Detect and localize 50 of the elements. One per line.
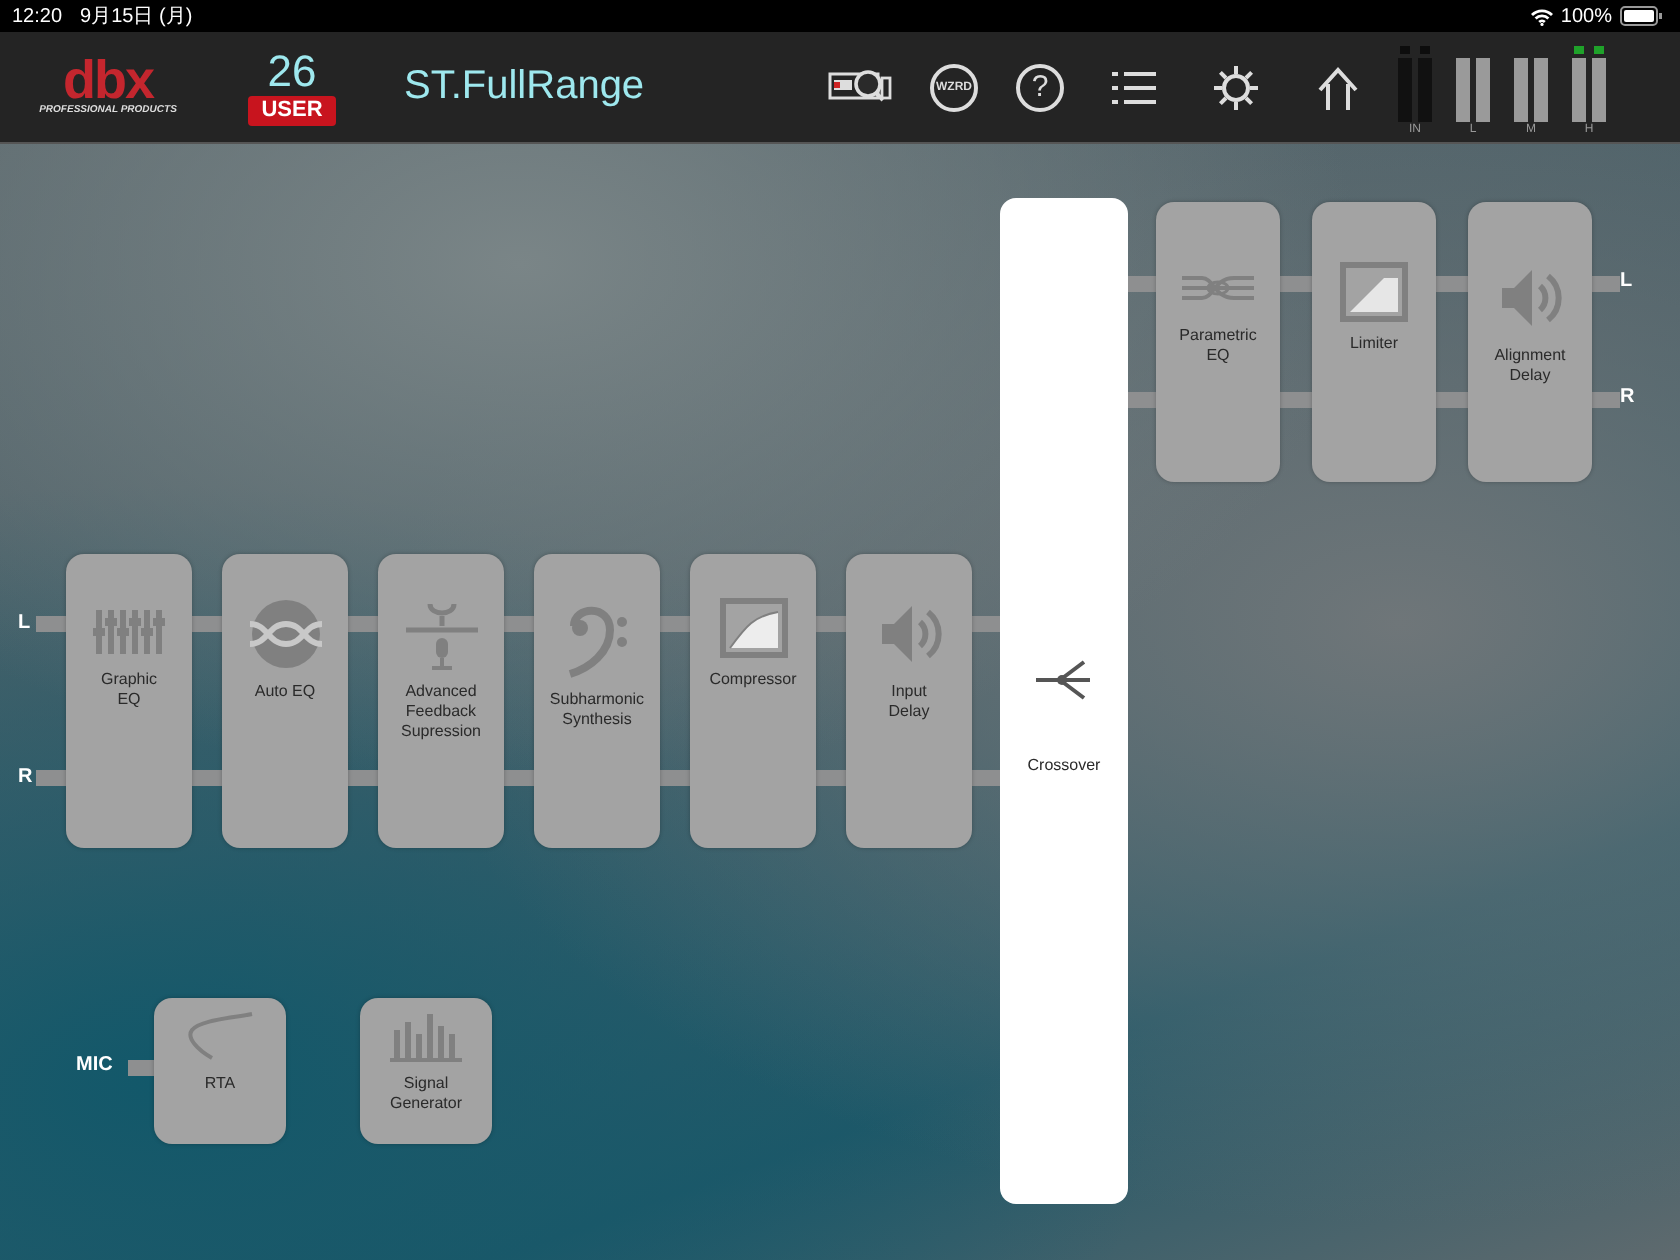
processing-block[interactable]: RTA (154, 998, 286, 1144)
channel-label: L (1620, 270, 1633, 294)
preset-name: ST.FullRange (404, 64, 647, 110)
level-meter (1456, 57, 1470, 121)
signal-wire (128, 1060, 156, 1076)
block-label: Compressor (709, 670, 797, 690)
block-label: RTA (204, 1074, 236, 1094)
level-meter (1534, 57, 1548, 121)
level-meter (1572, 57, 1586, 121)
input-label: MIC (76, 1054, 113, 1078)
status-time: 12:20 (12, 5, 63, 27)
block-label: Auto EQ (254, 682, 316, 702)
level-meter (1476, 57, 1490, 121)
block-label: Signal Generator (389, 1074, 463, 1114)
processing-block[interactable]: Input Delay (846, 554, 972, 848)
processing-block[interactable]: Subharmonic Synthesis (534, 554, 660, 848)
block-label: Parametric EQ (1179, 326, 1257, 366)
processing-block[interactable]: Alignment Delay (1468, 202, 1592, 482)
block-label: Alignment Delay (1494, 346, 1566, 386)
block-label: Graphic EQ (100, 670, 157, 710)
status-date: 9月15日 (月) (80, 4, 193, 30)
block-label: Input Delay (888, 682, 930, 722)
level-meter (1592, 57, 1606, 121)
block-label: Crossover (1027, 756, 1101, 776)
channel-label: R (1620, 386, 1635, 410)
processing-block[interactable]: Graphic EQ (66, 554, 192, 848)
preset-badge: USER (247, 96, 337, 126)
wifi-icon (1530, 7, 1555, 25)
microphone-stand-icon (401, 598, 481, 670)
channel-label: L (18, 612, 31, 636)
help-button[interactable]: ? (1016, 63, 1064, 111)
block-label: Limiter (1349, 334, 1398, 354)
processing-block[interactable]: Limiter (1312, 202, 1436, 482)
processing-block[interactable]: Signal Generator (360, 998, 492, 1144)
processing-block[interactable]: Parametric EQ (1156, 202, 1280, 482)
preset-number: 26 (267, 48, 317, 96)
processing-block[interactable]: Advanced Feedback Supression (378, 554, 504, 848)
crossover-block[interactable]: Crossover (1000, 198, 1128, 1204)
block-label: Advanced Feedback Supression (400, 682, 482, 742)
compressor-curve-icon (719, 598, 787, 658)
level-meter (1514, 57, 1528, 121)
channel-label: R (18, 766, 33, 790)
splitter-icon (1032, 656, 1096, 704)
limiter-curve-icon (1340, 262, 1408, 322)
logo: dbx (62, 56, 153, 104)
block-label: Subharmonic Synthesis (549, 690, 645, 730)
processing-block[interactable]: Auto EQ (222, 554, 348, 848)
battery-percent: 100% (1560, 5, 1612, 27)
battery-icon (1620, 6, 1664, 26)
processing-block[interactable]: Compressor (690, 554, 816, 848)
